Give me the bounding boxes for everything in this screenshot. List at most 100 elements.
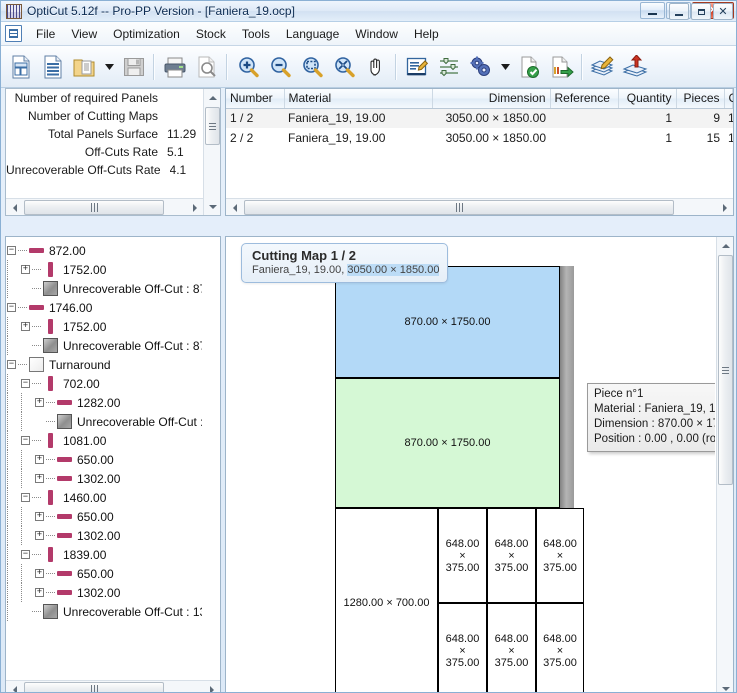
column-header-pieces[interactable]: Pieces [676,89,725,109]
scroll-up-button[interactable] [717,237,734,254]
table-row[interactable]: 2 / 2 Faniera_19, 19.00 3050.00 × 1850.0… [226,128,733,148]
tree-node[interactable]: +650.00 [7,450,202,469]
print-icon[interactable] [159,50,190,84]
tree-node[interactable]: Unrecoverable Off-Cut : 1302. [7,602,202,621]
scroll-left-button[interactable] [226,199,243,216]
tree-toggle[interactable]: + [21,322,30,331]
scroll-left-button[interactable] [6,199,23,216]
tree-node[interactable]: +650.00 [7,507,202,526]
menu-item-window[interactable]: Window [347,24,406,44]
pan-hand-icon[interactable] [360,50,391,84]
menu-item-language[interactable]: Language [278,24,347,44]
scroll-down-button[interactable] [204,198,221,215]
tree-node[interactable]: Unrecoverable Off-Cut : 1… [7,412,202,431]
tree-node[interactable]: +1752.00 [7,317,202,336]
tree-node[interactable]: +1302.00 [7,583,202,602]
gears-dropdown-icon[interactable] [497,50,513,84]
tree-toggle[interactable]: − [21,550,30,559]
mdi-minimize-button[interactable] [669,3,689,20]
tree-node[interactable]: − 872.00 [7,241,202,260]
cutting-piece[interactable]: 648.00 × 375.00 [438,603,487,692]
save-icon[interactable] [118,50,149,84]
menu-item-view[interactable]: View [63,24,105,44]
stats-vertical-scrollbar[interactable] [203,89,220,215]
tree-node[interactable]: +1302.00 [7,526,202,545]
table-row[interactable]: 1 / 2 Faniera_19, 19.00 3050.00 × 1850.0… [226,108,733,128]
tree-toggle[interactable]: + [35,588,44,597]
horizontal-splitter[interactable] [1,216,734,236]
zoom-fit-icon[interactable] [328,50,359,84]
tree-toggle[interactable]: − [21,379,30,388]
cutting-piece[interactable]: 648.00 × 375.00 [487,508,536,603]
scroll-up-button[interactable] [204,89,221,106]
scroll-right-button[interactable] [186,199,203,216]
zoom-out-icon[interactable] [264,50,295,84]
tree-toggle[interactable]: + [35,531,44,540]
cutting-piece[interactable]: 1280.00 × 700.00 [335,508,438,692]
tree-node[interactable]: − 1460.00 [7,488,202,507]
edit-list-icon[interactable] [401,50,432,84]
column-header-reference[interactable]: Reference [550,89,619,109]
tree-node[interactable]: − 1746.00 [7,298,202,317]
new-list-icon[interactable] [37,50,68,84]
cutting-piece[interactable]: 870.00 × 1750.00 [335,378,560,508]
tree-node[interactable]: − 1081.00 [7,431,202,450]
scroll-thumb[interactable] [205,107,220,145]
tree-toggle[interactable]: + [35,398,44,407]
settings-sliders-icon[interactable] [433,50,464,84]
menu-item-optimization[interactable]: Optimization [105,24,188,44]
tree-node[interactable]: +1302.00 [7,469,202,488]
tree-toggle[interactable]: − [7,246,16,255]
unrecoverable-offcut-strip[interactable] [560,266,574,508]
list-horizontal-scrollbar[interactable] [226,198,733,215]
mdi-close-button[interactable]: ✕ [713,3,733,20]
tree-toggle[interactable]: − [21,493,30,502]
tree-node[interactable]: − Turnaround [7,355,202,374]
zoom-selection-icon[interactable] [296,50,327,84]
export-document-icon[interactable] [546,50,577,84]
tree-toggle[interactable]: + [35,569,44,578]
cutting-piece[interactable]: 648.00 × 375.00 [438,508,487,603]
scroll-left-button[interactable] [6,681,23,692]
zoom-in-icon[interactable] [232,50,263,84]
open-dropdown-icon[interactable] [101,50,117,84]
mdi-restore-button[interactable] [691,3,711,20]
menu-item-stock[interactable]: Stock [188,24,234,44]
tree-node[interactable]: Unrecoverable Off-Cut : 870.0 [7,336,202,355]
menu-item-tools[interactable]: Tools [234,24,278,44]
tree-node[interactable]: +650.00 [7,564,202,583]
stock-update-icon[interactable] [619,50,650,84]
print-preview-icon[interactable] [191,50,222,84]
tree-toggle[interactable]: − [21,436,30,445]
cutting-piece[interactable]: 648.00 × 375.00 [536,508,584,603]
window-minimize-button[interactable] [640,2,665,19]
tree-toggle[interactable]: + [35,455,44,464]
map-vertical-scrollbar[interactable] [716,237,734,692]
tree-horizontal-scrollbar[interactable] [6,680,220,692]
cutting-piece[interactable]: 648.00 × 375.00 [536,603,584,692]
tree-toggle[interactable]: + [21,265,30,274]
tree-node[interactable]: +1752.00 [7,260,202,279]
cutting-map-canvas[interactable]: Cutting Map 1 / 2 Faniera_19, 19.00, 305… [227,238,715,692]
scroll-thumb[interactable] [24,682,164,692]
scroll-right-button[interactable] [716,199,733,216]
cutting-piece[interactable]: 648.00 × 375.00 [487,603,536,692]
new-project-icon[interactable] [5,50,36,84]
gears-icon[interactable] [465,50,496,84]
validate-document-icon[interactable] [514,50,545,84]
column-header-cutting-linear[interactable]: Cutting Linear [724,89,733,109]
tree-toggle[interactable]: − [7,360,16,369]
tree-toggle[interactable]: + [35,474,44,483]
cutting-tree[interactable]: − 872.00 +1752.00 Unrecoverable Off-Cut : 8… [7,238,202,679]
scroll-thumb[interactable] [24,200,164,215]
stats-horizontal-scrollbar[interactable] [6,198,203,215]
column-header-quantity[interactable]: Quantity [618,89,677,109]
edit-panels-icon[interactable] [587,50,618,84]
tree-node[interactable]: Unrecoverable Off-Cut : 870.0 [7,279,202,298]
scroll-down-button[interactable] [717,680,734,692]
tree-node[interactable]: +1282.00 [7,393,202,412]
scroll-right-button[interactable] [203,681,220,692]
scroll-thumb[interactable] [718,255,733,485]
tree-toggle[interactable]: + [35,512,44,521]
open-folder-icon[interactable] [69,50,100,84]
